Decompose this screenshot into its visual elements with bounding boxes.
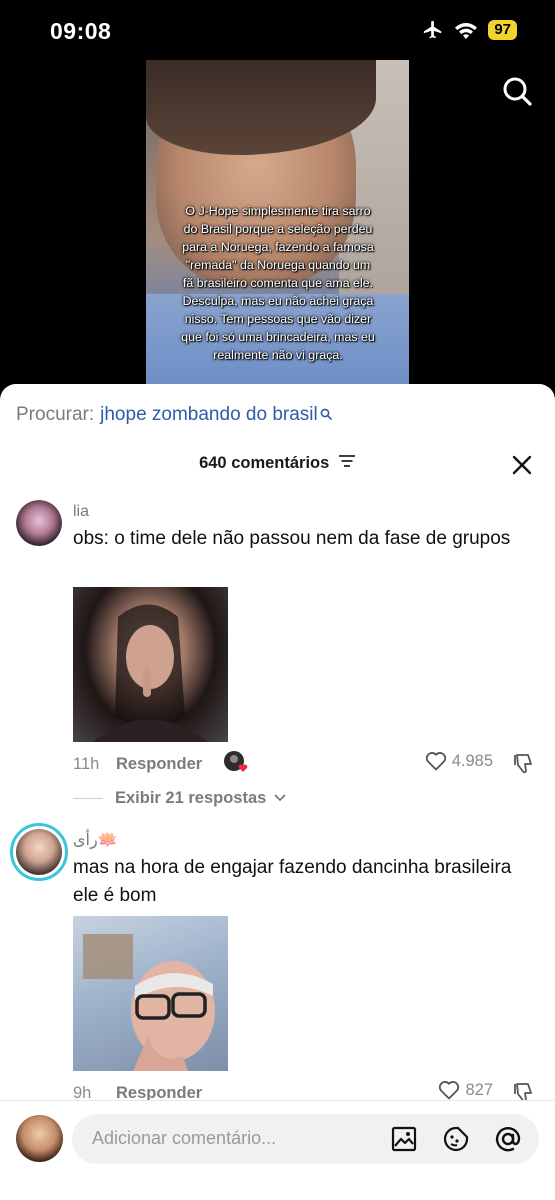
comment-username[interactable]: lia [73,503,89,521]
view-replies-button[interactable]: Exibir 21 respostas [73,789,286,808]
comment-username[interactable]: رأى🪷 [73,830,118,850]
comments-sheet: Procurar: jhope zombando do brasil 640 co… [0,384,555,1200]
comment-text: mas na hora de engajar fazendo dancinha … [73,857,512,906]
search-query-link[interactable]: jhope zombando do brasil [100,404,318,425]
close-comments-button[interactable] [511,454,533,476]
comments-count-label: 640 comentários [199,454,330,472]
heart-icon [439,1081,460,1100]
like-button[interactable]: 827 [438,1080,493,1100]
mention-icon[interactable] [494,1125,522,1153]
dislike-button[interactable] [511,752,535,781]
creator-liked-badge [223,750,249,776]
comment-image[interactable] [73,916,228,1071]
comment-input[interactable]: Adicionar comentário... [72,1114,539,1164]
status-bar: 09:08 97 [0,0,555,60]
status-icons: 97 [422,19,517,41]
like-count: 4.985 [451,751,493,770]
heart-icon [425,752,446,771]
comment-text: obs: o time dele não passou nem da fase … [73,528,511,549]
status-time: 09:08 [50,18,112,44]
my-avatar[interactable] [16,1115,63,1162]
comment-input-placeholder: Adicionar comentário... [92,1128,277,1148]
airplane-mode-icon [424,20,442,39]
avatar[interactable] [16,500,62,546]
like-count: 827 [465,1080,493,1099]
comment-image[interactable] [73,587,228,742]
wifi-icon [455,23,478,39]
view-replies-label: Exibir 21 respostas [115,789,267,807]
search-small-icon [320,404,332,426]
comment-actions: 11h Responder 4.985 [73,750,543,780]
emoji-sticker-icon[interactable] [442,1125,470,1153]
like-button[interactable]: 4.985 [425,751,493,771]
comment-time: 11h [73,755,100,773]
comment-composer: Adicionar comentário... [0,1100,555,1200]
replies-divider [73,798,103,800]
video-caption: O J-Hope simplesmente tira sarro do Bras… [181,204,375,362]
video-player[interactable]: O J-Hope simplesmente tira sarro do Bras… [146,60,409,384]
thumbs-down-icon [514,754,532,774]
search-prefix: Procurar: [16,404,95,425]
chevron-down-icon [274,794,286,802]
video-search-button[interactable] [500,74,534,108]
close-icon [512,455,532,475]
battery-indicator: 97 [488,20,517,40]
search-suggestion[interactable]: Procurar: jhope zombando do brasil [16,404,332,426]
search-icon [503,77,532,106]
avatar[interactable] [10,823,68,881]
reply-button[interactable]: Responder [116,755,202,774]
sort-filter-icon[interactable] [338,454,356,473]
image-upload-icon[interactable] [390,1125,418,1153]
comments-count: 640 comentários [0,454,555,473]
